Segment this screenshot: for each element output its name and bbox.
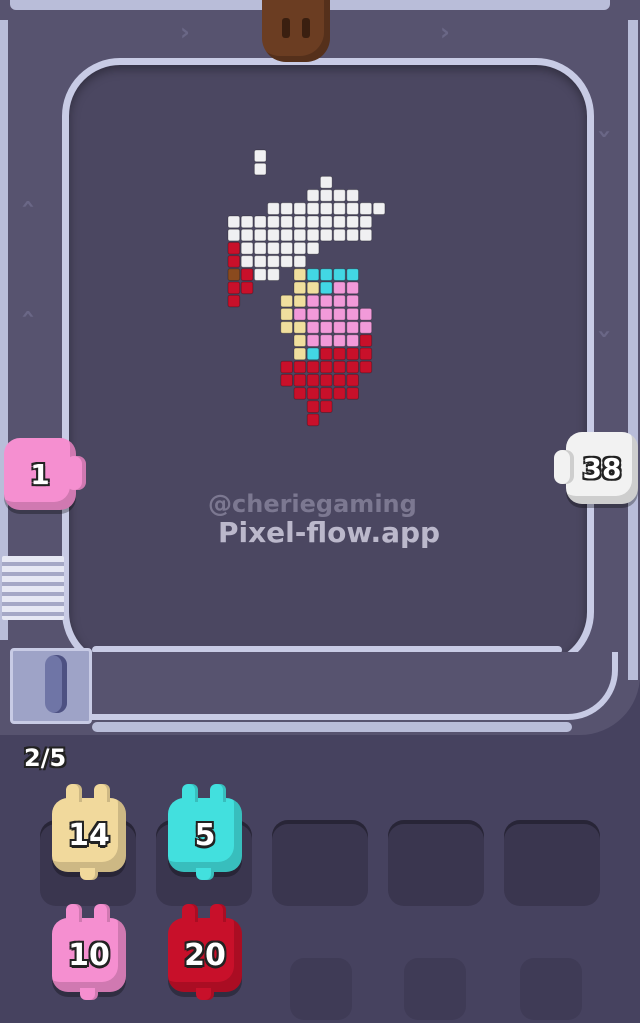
slot[interactable] (520, 958, 582, 1020)
slot[interactable] (504, 820, 600, 906)
unit-count: 10 (68, 937, 110, 973)
track-rail-bottom (92, 722, 572, 732)
right-shooter-count: 38 (582, 451, 622, 485)
brown-character-icon (262, 0, 330, 62)
unit-pink[interactable]: 10 (52, 904, 126, 1000)
slot[interactable] (388, 820, 484, 906)
track-arrow-icon: › (12, 199, 41, 209)
unit-count: 14 (68, 817, 110, 853)
slot[interactable] (272, 820, 368, 906)
left-shooter[interactable]: 1 (4, 438, 86, 510)
lower-lane (92, 652, 618, 720)
track-arrow-icon: › (590, 329, 619, 339)
watermark-handle: @cheriegaming (208, 490, 417, 518)
track-rail-right (628, 20, 638, 680)
unit-red[interactable]: 20 (168, 904, 242, 1000)
right-shooter[interactable]: 38 (554, 432, 638, 504)
track-arrow-icon: › (440, 18, 450, 46)
track-arrow-icon: › (590, 129, 619, 139)
dispenser (10, 648, 92, 724)
ramp (2, 556, 64, 620)
track-rail-left (0, 20, 8, 640)
left-shooter-count: 1 (30, 457, 50, 491)
queue-counter: 2/5 (24, 744, 67, 772)
unit-count: 20 (184, 937, 226, 973)
pixel-board (62, 58, 594, 670)
unit-cream[interactable]: 14 (52, 784, 126, 880)
slot[interactable] (404, 958, 466, 1020)
slot[interactable] (290, 958, 352, 1020)
watermark-site: Pixel-flow.app (218, 516, 441, 549)
track-arrow-icon: › (12, 309, 41, 319)
track-arrow-icon: › (180, 18, 190, 46)
unit-cyan[interactable]: 5 (168, 784, 242, 880)
unit-count: 5 (194, 817, 216, 853)
